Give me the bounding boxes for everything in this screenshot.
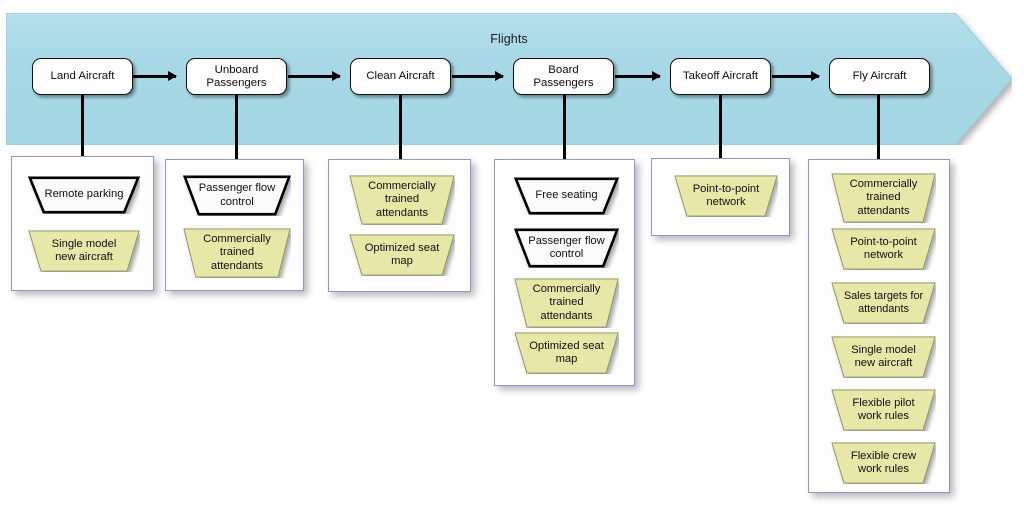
enabler-free-seating[interactable]: Free seating xyxy=(514,177,619,215)
process-box-takeoff-aircraft[interactable]: Takeoff Aircraft xyxy=(670,58,771,95)
enabler-label: Commercially trained attendants xyxy=(368,179,436,219)
enabler-container-fly-aircraft: Commercially trained attendants Point-to-po… xyxy=(808,159,950,493)
arrow-board-passengers-to-takeoff-aircraft xyxy=(615,71,661,81)
arrow-unboard-passengers-to-clean-aircraft xyxy=(288,71,341,81)
enabler-remote-parking[interactable]: Remote parking xyxy=(28,176,140,214)
enabler-flexible-pilot-work-rules[interactable]: Flexible pilot work rules xyxy=(831,389,936,431)
enabler-container-unboard-passengers: Passenger flow control Commercially trained… xyxy=(165,159,304,291)
enabler-point-to-point-network[interactable]: Point-to-point network xyxy=(674,175,778,217)
enabler-single-model-new-aircraft[interactable]: Single model new aircraft xyxy=(28,230,140,272)
enabler-commercially-trained-attendants[interactable]: Commercially trained attendants xyxy=(514,278,619,328)
enabler-passenger-flow-control[interactable]: Passenger flow control xyxy=(514,228,619,268)
process-box-label: Takeoff Aircraft xyxy=(682,70,759,82)
enabler-commercially-trained-attendants[interactable]: Commercially trained attendants xyxy=(831,173,936,223)
banner-title: Flights xyxy=(490,32,528,46)
enabler-label: Commercially trained attendants xyxy=(849,177,918,217)
enabler-label: Single model new aircraft xyxy=(851,343,916,370)
enabler-label: Optimized seat map xyxy=(529,339,604,366)
arrow-land-aircraft-to-unboard-passengers xyxy=(133,71,177,81)
enabler-point-to-point-network[interactable]: Point-to-point network xyxy=(831,228,936,270)
enabler-label: Commercially trained attendants xyxy=(532,282,601,322)
enabler-label: Point-to-point network xyxy=(692,182,760,209)
drop-line-board-passengers xyxy=(563,94,566,160)
enabler-label: Passenger flow control xyxy=(198,182,276,208)
arrow-takeoff-aircraft-to-fly-aircraft xyxy=(772,71,820,81)
process-box-land-aircraft[interactable]: Land Aircraft xyxy=(32,58,133,95)
process-box-label: Fly Aircraft xyxy=(852,70,907,82)
process-box-unboard-passengers[interactable]: Unboard Passengers xyxy=(186,58,287,95)
enabler-container-takeoff-aircraft: Point-to-point network xyxy=(651,158,790,236)
enabler-optimized-seat-map[interactable]: Optimized seat map xyxy=(514,332,619,374)
enabler-flexible-crew-work-rules[interactable]: Flexible crew work rules xyxy=(831,442,936,484)
enabler-label: Point-to-point network xyxy=(850,235,917,262)
diagram-canvas: Flights Land Aircraft Unboard Passengers Cl… xyxy=(0,0,1024,517)
process-box-label: Land Aircraft xyxy=(50,70,115,82)
enabler-optimized-seat-map[interactable]: Optimized seat map xyxy=(349,234,455,276)
process-box-label: Clean Aircraft xyxy=(366,70,435,82)
process-box-board-passengers[interactable]: Board Passengers xyxy=(513,58,614,95)
drop-line-unboard-passengers xyxy=(235,94,238,161)
enabler-label: Flexible pilot work rules xyxy=(852,396,915,423)
drop-line-clean-aircraft xyxy=(399,94,402,160)
drop-line-fly-aircraft xyxy=(877,94,880,160)
drop-line-land-aircraft xyxy=(81,94,84,157)
process-box-label: Board Passengers xyxy=(533,63,594,89)
enabler-label: Free seating xyxy=(535,189,598,202)
enabler-container-board-passengers: Free seating Passenger flow control Commerc… xyxy=(494,159,635,386)
drop-line-takeoff-aircraft xyxy=(719,94,722,159)
enabler-label: Remote parking xyxy=(44,188,124,201)
arrow-clean-aircraft-to-board-passengers xyxy=(452,71,504,81)
enabler-commercially-trained-attendants[interactable]: Commercially trained attendants xyxy=(349,175,455,225)
enabler-label: Commercially trained attendants xyxy=(203,232,271,272)
enabler-sales-targets-for-attendants[interactable]: Sales targets for attendants xyxy=(831,282,936,324)
process-box-clean-aircraft[interactable]: Clean Aircraft xyxy=(350,58,451,95)
enabler-label: Single model new aircraft xyxy=(51,237,117,264)
enabler-container-land-aircraft: Remote parking Single model new aircraft xyxy=(11,156,154,291)
enabler-label: Sales targets for attendants xyxy=(843,290,924,315)
enabler-label: Passenger flow control xyxy=(528,234,605,261)
process-box-fly-aircraft[interactable]: Fly Aircraft xyxy=(829,58,930,95)
enabler-label: Optimized seat map xyxy=(364,241,440,268)
enabler-container-clean-aircraft: Commercially trained attendants Optimized s… xyxy=(328,159,471,292)
process-box-label: Unboard Passengers xyxy=(206,63,267,89)
enabler-single-model-new-aircraft[interactable]: Single model new aircraft xyxy=(831,336,936,378)
enabler-passenger-flow-control[interactable]: Passenger flow control xyxy=(183,175,291,216)
enabler-commercially-trained-attendants[interactable]: Commercially trained attendants xyxy=(183,228,291,278)
enabler-label: Flexible crew work rules xyxy=(850,449,917,476)
